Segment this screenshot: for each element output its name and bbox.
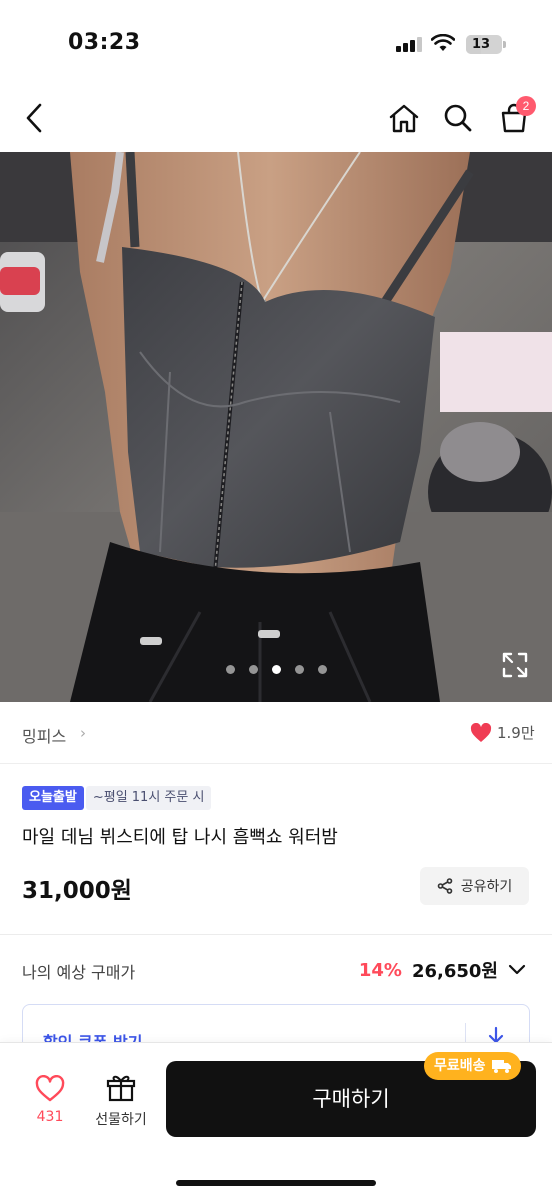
carousel-dot-active[interactable] [271,665,281,674]
carousel-dot[interactable] [248,665,258,674]
cart-button[interactable]: 2 [494,96,536,138]
carousel-dot[interactable] [225,665,235,674]
free-shipping-badge: 무료배송 [424,1052,521,1080]
search-icon [444,104,472,132]
search-button[interactable] [438,98,478,138]
cart-count-badge: 2 [516,96,536,116]
free-shipping-label: 무료배송 [434,1058,486,1074]
home-indicator [176,1180,376,1186]
product-image[interactable] [0,152,552,702]
status-bar: 03:23 13 [0,0,552,86]
share-icon [437,878,453,894]
carousel-dots [0,665,552,679]
chevron-down-icon [508,964,526,975]
battery-level: 13 [471,37,491,52]
expand-icon [502,652,528,678]
like-count: 431 [36,1109,64,1125]
estimated-price-value: 26,650원 [411,961,498,982]
back-button[interactable] [14,98,54,138]
gift-label: 선물하기 [95,1112,147,1128]
carousel-dot[interactable] [317,665,327,674]
gift-icon [106,1075,136,1102]
estimated-price-row[interactable]: 나의 예상 구매가 14% 26,650원 [0,935,552,1003]
brand-name[interactable]: 밍피스 [22,723,66,747]
top-nav-bar: 2 [0,86,552,152]
heart-outline-icon [35,1075,65,1102]
gift-button[interactable]: 선물하기 [88,1071,154,1131]
brand-like-button[interactable]: 1.9만 [470,722,535,743]
home-icon [389,104,419,133]
truck-icon [491,1060,511,1073]
discount-rate: 14% [358,959,402,981]
estimated-price-label: 나의 예상 구매가 [22,963,136,982]
brand-like-count: 1.9만 [497,724,535,742]
brand-row[interactable]: 밍피스 › 1.9만 [0,702,552,764]
carousel-dot[interactable] [294,665,304,674]
like-button[interactable]: 431 [20,1071,80,1131]
back-icon [26,103,42,133]
brand-chevron-icon: › [80,724,86,742]
heart-filled-icon [470,722,492,742]
order-cutoff-note: ~평일 11시 주문 시 [85,786,212,810]
home-button[interactable] [384,98,424,138]
battery-tip [503,41,506,48]
estimated-price-toggle[interactable]: 14% 26,650원 [359,957,526,983]
delivery-tags: 오늘출발 ~평일 11시 주문 시 [22,786,212,810]
fullscreen-button[interactable] [500,650,530,680]
product-title: 마일 데님 뷔스티에 탑 나시 흠뻑쇼 워터밤 [22,827,338,848]
product-photo [0,152,552,702]
wifi-icon [431,34,455,51]
product-price: 31,000원 [22,878,132,904]
battery-indicator: 13 [466,35,502,54]
same-day-badge: 오늘출발 [22,786,84,810]
share-label: 공유하기 [460,879,513,895]
cellular-signal-icon [396,36,422,52]
share-button[interactable]: 공유하기 [420,867,529,905]
status-time: 03:23 [68,30,141,55]
